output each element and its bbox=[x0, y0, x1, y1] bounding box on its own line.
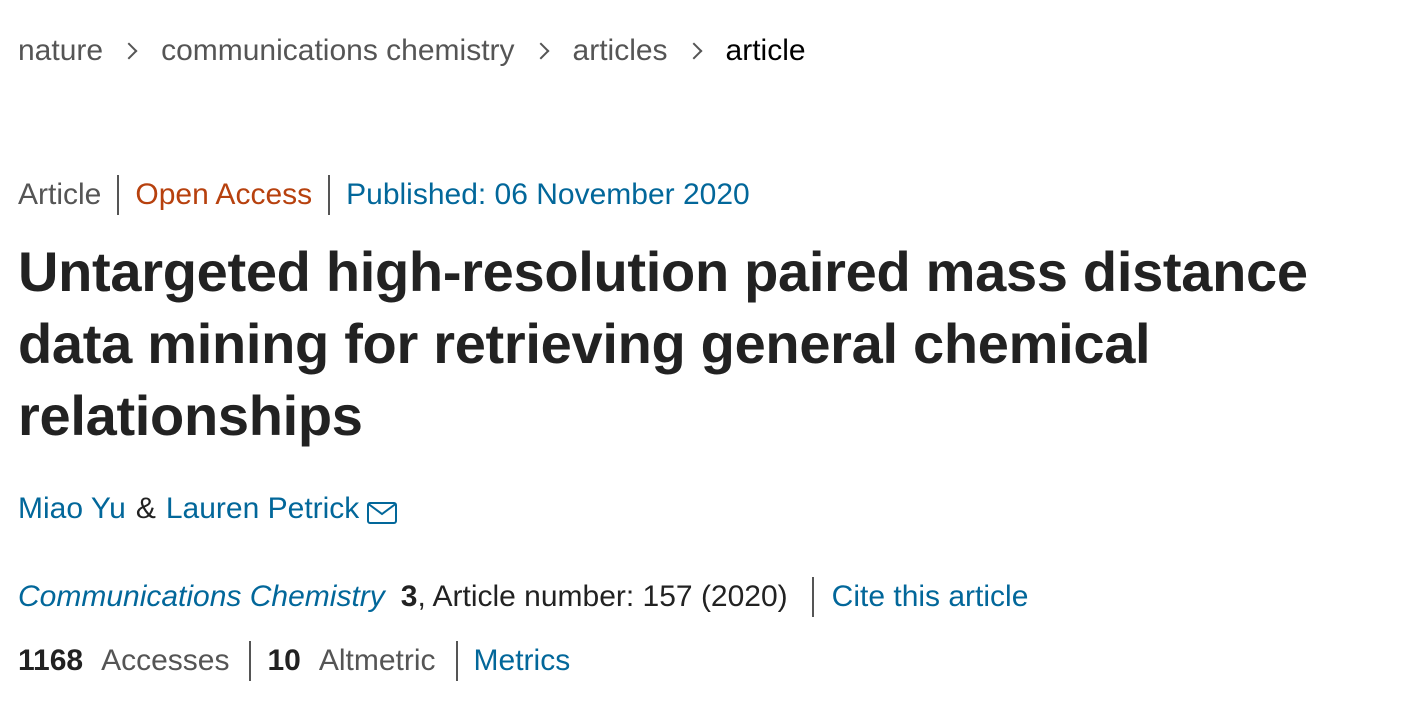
accesses-label: Accesses bbox=[101, 644, 230, 677]
divider bbox=[117, 175, 120, 215]
author-miao-yu[interactable]: Miao Yu bbox=[18, 488, 126, 530]
accesses-count: 1168 bbox=[18, 644, 84, 677]
journal-link[interactable]: Communications Chemistry bbox=[18, 576, 385, 618]
published-date: Published: 06 November 2020 bbox=[346, 178, 750, 211]
page-title: Untargeted high-resolution paired mass d… bbox=[18, 240, 1308, 447]
volume-number: 3 bbox=[400, 580, 418, 613]
envelope-icon[interactable] bbox=[367, 494, 398, 524]
citation-line: Communications Chemistry 3 , Article num… bbox=[18, 576, 1028, 618]
metrics-link[interactable]: Metrics bbox=[474, 640, 571, 682]
altmetric-count: 10 bbox=[267, 644, 301, 677]
altmetric-label: Altmetric bbox=[318, 644, 436, 677]
open-access-badge: Open Access bbox=[135, 178, 313, 211]
author-separator: & bbox=[135, 492, 156, 525]
article-type: Article bbox=[18, 178, 102, 211]
breadcrumb-nature[interactable]: nature bbox=[18, 30, 103, 72]
author-list: Miao Yu & Lauren Petrick bbox=[18, 488, 398, 530]
chevron-right-icon bbox=[120, 42, 138, 60]
author-lauren-petrick[interactable]: Lauren Petrick bbox=[166, 488, 359, 530]
article-metrics: 1168 Accesses 10 Altmetric Metrics bbox=[18, 640, 570, 682]
chevron-right-icon bbox=[532, 42, 550, 60]
divider bbox=[249, 641, 252, 681]
chevron-right-icon bbox=[685, 42, 703, 60]
divider bbox=[328, 175, 331, 215]
article-number: , Article number: 157 (2020) bbox=[417, 580, 788, 613]
breadcrumb-communications-chemistry[interactable]: communications chemistry bbox=[161, 30, 514, 72]
article-meta: Article Open Access Published: 06 Novemb… bbox=[18, 174, 750, 216]
cite-this-article-link[interactable]: Cite this article bbox=[832, 576, 1029, 618]
breadcrumb: nature communications chemistry articles… bbox=[18, 30, 806, 72]
breadcrumb-articles[interactable]: articles bbox=[573, 30, 668, 72]
divider bbox=[455, 641, 458, 681]
divider bbox=[811, 577, 814, 617]
breadcrumb-current: article bbox=[725, 34, 806, 67]
